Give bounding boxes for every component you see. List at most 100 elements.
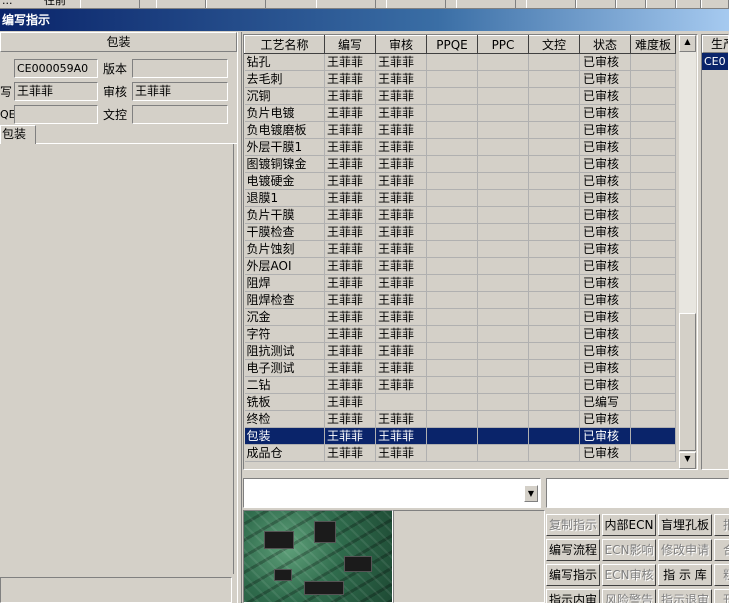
table-cell-status[interactable]: 已审核 (579, 121, 631, 139)
table-cell-empty[interactable] (477, 104, 529, 122)
version-field[interactable] (132, 59, 228, 78)
table-row[interactable]: 负片干膜 王菲菲 王菲菲 已审核 (244, 206, 676, 224)
toolbar-button-1[interactable] (80, 0, 140, 8)
table-cell-empty[interactable] (477, 342, 529, 360)
table-cell-empty[interactable] (426, 240, 478, 258)
table-cell-empty[interactable] (477, 121, 529, 139)
action-button-row4-0[interactable]: 指示内审 (546, 589, 600, 603)
table-cell-empty[interactable] (528, 359, 580, 377)
column-header-3[interactable]: PPQE (426, 35, 478, 54)
table-cell-name[interactable]: 二钻 (244, 376, 325, 394)
table-row[interactable]: 沉铜 王菲菲 王菲菲 已审核 (244, 87, 676, 105)
action-button-row1-1[interactable]: 内部ECN (602, 514, 656, 536)
table-row[interactable]: 沉金 王菲菲 王菲菲 已审核 (244, 308, 676, 326)
table-cell-empty[interactable] (426, 257, 478, 275)
table-cell-empty[interactable] (630, 138, 676, 156)
table-cell-name[interactable]: 干膜检查 (244, 223, 325, 241)
table-cell-writer[interactable]: 王菲菲 (324, 291, 376, 309)
toolbar-button-6[interactable] (456, 0, 516, 8)
table-cell-empty[interactable] (426, 70, 478, 88)
table-cell-empty[interactable] (426, 104, 478, 122)
table-cell-empty[interactable] (630, 155, 676, 173)
table-cell-empty[interactable] (426, 138, 478, 156)
table-cell-reviewer[interactable]: 王菲菲 (375, 121, 427, 139)
pqe-field[interactable] (14, 105, 98, 124)
table-cell-empty[interactable] (630, 325, 676, 343)
table-cell-writer[interactable]: 王菲菲 (324, 223, 376, 241)
table-cell-empty[interactable] (477, 240, 529, 258)
column-header-1[interactable]: 编写 (324, 35, 376, 54)
action-button-row2-2[interactable]: 修改申请 (658, 539, 712, 561)
table-cell-writer[interactable]: 王菲菲 (324, 376, 376, 394)
table-cell-name[interactable]: 铣板 (244, 393, 325, 411)
table-cell-writer[interactable]: 王菲菲 (324, 172, 376, 190)
table-cell-empty[interactable] (528, 53, 580, 71)
table-cell-empty[interactable] (426, 342, 478, 360)
table-cell-empty[interactable] (426, 53, 478, 71)
table-cell-empty[interactable] (426, 376, 478, 394)
table-cell-empty[interactable] (477, 53, 529, 71)
table-cell-writer[interactable]: 王菲菲 (324, 410, 376, 428)
table-row[interactable]: 电子测试 王菲菲 王菲菲 已审核 (244, 359, 676, 377)
table-cell-empty[interactable] (528, 444, 580, 462)
table-cell-empty[interactable] (426, 308, 478, 326)
table-cell-name[interactable]: 去毛刺 (244, 70, 325, 88)
table-row[interactable]: 字符 王菲菲 王菲菲 已审核 (244, 325, 676, 343)
table-cell-empty[interactable] (528, 410, 580, 428)
table-cell-writer[interactable]: 王菲菲 (324, 274, 376, 292)
table-cell-name[interactable]: 阻焊检查 (244, 291, 325, 309)
table-cell-name[interactable]: 电镀硬金 (244, 172, 325, 190)
table-cell-empty[interactable] (528, 308, 580, 326)
table-cell-name[interactable]: 退膜1 (244, 189, 325, 207)
table-cell-status[interactable]: 已审核 (579, 444, 631, 462)
table-cell-empty[interactable] (630, 206, 676, 224)
table-cell-empty[interactable] (630, 342, 676, 360)
table-cell-empty[interactable] (630, 223, 676, 241)
table-cell-status[interactable]: 已审核 (579, 155, 631, 173)
table-cell-writer[interactable]: 王菲菲 (324, 308, 376, 326)
table-cell-empty[interactable] (528, 87, 580, 105)
table-cell-empty[interactable] (477, 393, 529, 411)
table-cell-empty[interactable] (528, 427, 580, 445)
table-cell-empty[interactable] (477, 257, 529, 275)
table-cell-empty[interactable] (528, 342, 580, 360)
table-cell-empty[interactable] (477, 223, 529, 241)
toolbar-button-9[interactable] (616, 0, 646, 8)
table-cell-status[interactable]: 已审核 (579, 325, 631, 343)
table-cell-empty[interactable] (528, 138, 580, 156)
table-cell-reviewer[interactable]: 王菲菲 (375, 257, 427, 275)
table-cell-writer[interactable]: 王菲菲 (324, 155, 376, 173)
table-cell-empty[interactable] (528, 257, 580, 275)
vertical-splitter[interactable] (237, 32, 242, 603)
table-cell-empty[interactable] (630, 410, 676, 428)
table-cell-name[interactable]: 图镀铜镍金 (244, 155, 325, 173)
table-cell-writer[interactable]: 王菲菲 (324, 427, 376, 445)
table-cell-empty[interactable] (528, 325, 580, 343)
table-cell-empty[interactable] (630, 274, 676, 292)
table-cell-empty[interactable] (426, 206, 478, 224)
table-cell-status[interactable]: 已审核 (579, 87, 631, 105)
table-cell-reviewer[interactable]: 王菲菲 (375, 376, 427, 394)
table-cell-empty[interactable] (426, 410, 478, 428)
column-header-2[interactable]: 审核 (375, 35, 427, 54)
table-cell-writer[interactable]: 王菲菲 (324, 87, 376, 105)
table-cell-empty[interactable] (630, 70, 676, 88)
table-cell-empty[interactable] (630, 189, 676, 207)
table-cell-empty[interactable] (477, 189, 529, 207)
table-cell-name[interactable]: 包装 (244, 427, 325, 445)
table-cell-reviewer[interactable]: 王菲菲 (375, 410, 427, 428)
table-cell-reviewer[interactable]: 王菲菲 (375, 427, 427, 445)
table-row[interactable]: 钻孔 王菲菲 王菲菲 已审核 (244, 53, 676, 71)
reviewer-field[interactable]: 王菲菲 (132, 82, 228, 101)
table-cell-empty[interactable] (630, 87, 676, 105)
action-button-row3-2[interactable]: 指 示 库 (658, 564, 712, 586)
table-cell-reviewer[interactable]: 王菲菲 (375, 138, 427, 156)
table-cell-reviewer[interactable]: 王菲菲 (375, 206, 427, 224)
table-cell-empty[interactable] (630, 172, 676, 190)
table-cell-empty[interactable] (477, 274, 529, 292)
table-cell-empty[interactable] (426, 87, 478, 105)
table-cell-empty[interactable] (630, 444, 676, 462)
table-cell-name[interactable]: 成品仓 (244, 444, 325, 462)
table-row[interactable]: 阻焊 王菲菲 王菲菲 已审核 (244, 274, 676, 292)
table-cell-status[interactable]: 已审核 (579, 291, 631, 309)
